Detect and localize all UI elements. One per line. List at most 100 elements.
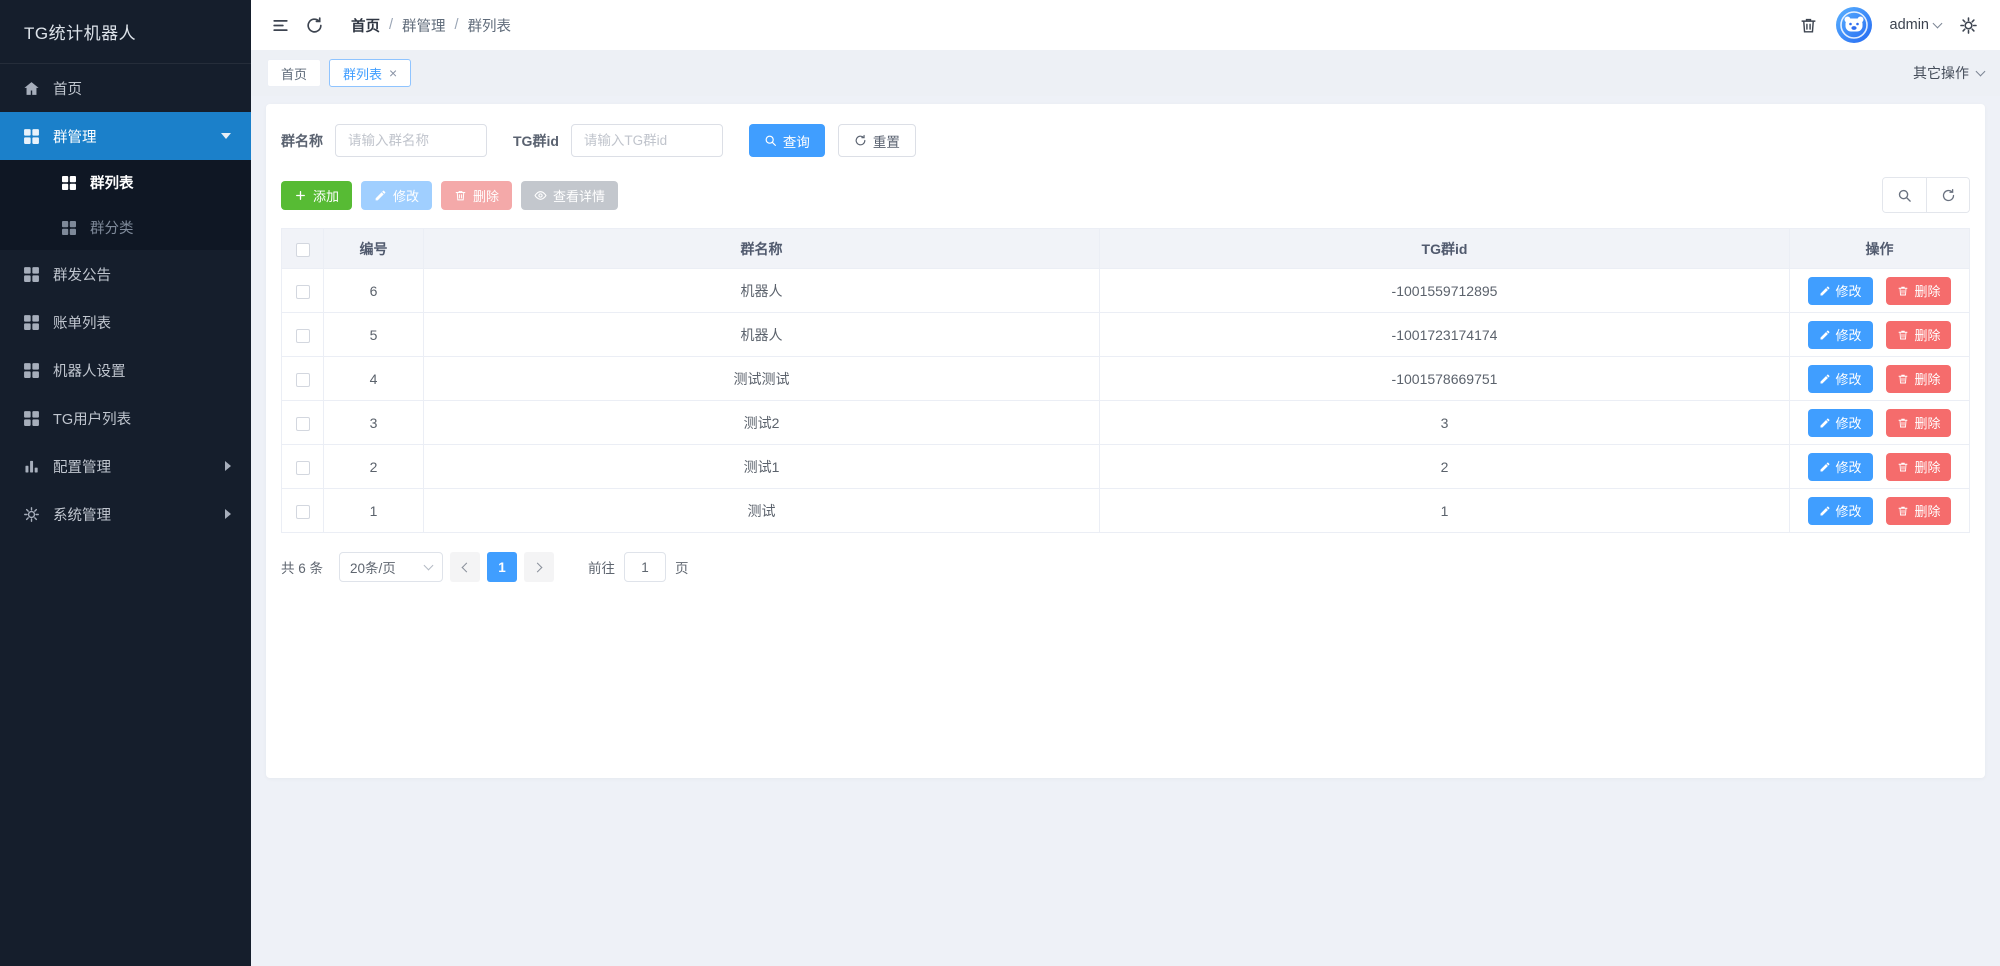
sidebar-item-home[interactable]: 首页 [0, 64, 251, 112]
row-checkbox[interactable] [295, 328, 310, 343]
breadcrumb-group-management[interactable]: 群管理 [402, 15, 446, 36]
pagination-total: 共 6 条 [281, 561, 324, 576]
row-checkbox[interactable] [295, 372, 310, 387]
cell-name: 机器人 [423, 268, 1100, 313]
next-page-button[interactable] [524, 552, 555, 582]
cell-name: 测试测试 [423, 356, 1100, 401]
table-row: 2 测试1 2 修改 删除 [281, 444, 1970, 489]
row-checkbox[interactable] [295, 416, 310, 431]
cell-name: 机器人 [423, 312, 1100, 357]
tab-home[interactable]: 首页 [267, 59, 322, 87]
hamburger-icon[interactable] [271, 16, 290, 35]
settings-gear-icon[interactable] [1959, 16, 1978, 35]
goto-label: 前往 [588, 561, 616, 576]
row-delete-button[interactable]: 删除 [1886, 364, 1952, 393]
table-refresh-button[interactable] [1926, 178, 1969, 212]
table-row: 3 测试2 3 修改 删除 [281, 400, 1970, 445]
other-actions-label: 其它操作 [1913, 65, 1969, 81]
add-button[interactable]: 添加 [281, 180, 353, 210]
sidebar-item-group-list[interactable]: 群列表 [0, 160, 251, 205]
sidebar-item-announcement[interactable]: 群发公告 [0, 250, 251, 298]
pen-icon [1819, 373, 1831, 385]
breadcrumb-group-list[interactable]: 群列表 [468, 15, 512, 36]
cell-tgid: -1001559712895 [1099, 268, 1790, 313]
row-edit-button[interactable]: 修改 [1807, 320, 1873, 349]
page-size-select[interactable]: 20条/页 [339, 552, 444, 582]
row-delete-button[interactable]: 删除 [1886, 320, 1952, 349]
refresh-icon[interactable] [305, 16, 324, 35]
grid-icon [61, 175, 77, 191]
cell-name: 测试1 [423, 444, 1100, 489]
sidebar-item-group-management[interactable]: 群管理 [0, 112, 251, 160]
table-toolbar: 添加 修改 删除 查看详情 [281, 177, 1970, 213]
row-edit-button[interactable]: 修改 [1807, 452, 1873, 481]
delete-button-disabled[interactable]: 删除 [441, 180, 513, 210]
view-detail-button-disabled[interactable]: 查看详情 [521, 180, 619, 210]
table-row: 4 测试测试 -1001578669751 修改 删除 [281, 356, 1970, 401]
search-icon [1897, 188, 1912, 203]
row-checkbox[interactable] [295, 284, 310, 299]
chevron-left-icon [461, 562, 472, 572]
col-header-id: 编号 [323, 228, 424, 269]
page-unit-label: 页 [675, 561, 689, 576]
goto-page-input[interactable] [624, 552, 667, 582]
pen-icon [1819, 417, 1831, 429]
breadcrumb-home[interactable]: 首页 [351, 15, 380, 36]
trash-icon [1897, 329, 1909, 341]
select-all-checkbox[interactable] [295, 242, 310, 257]
trash-icon [1897, 285, 1909, 297]
col-header-tgid: TG群id [1099, 228, 1790, 269]
row-checkbox[interactable] [295, 504, 310, 519]
col-header-name: 群名称 [423, 228, 1100, 269]
close-icon[interactable]: × [389, 66, 397, 80]
group-name-label: 群名称 [281, 132, 323, 149]
avatar[interactable] [1835, 7, 1872, 43]
col-header-actions: 操作 [1789, 228, 1970, 269]
trash-icon [1897, 461, 1909, 473]
caret-right-icon [225, 461, 231, 471]
grid-icon [23, 128, 40, 145]
edit-button-disabled[interactable]: 修改 [361, 180, 433, 210]
sidebar-item-config-management[interactable]: 配置管理 [0, 442, 251, 490]
sidebar-submenu: 群列表 群分类 [0, 160, 251, 250]
row-edit-button[interactable]: 修改 [1807, 364, 1873, 393]
row-delete-button[interactable]: 删除 [1886, 408, 1952, 437]
row-delete-button[interactable]: 删除 [1886, 496, 1952, 525]
tab-group-list[interactable]: 群列表 × [329, 59, 412, 87]
tg-group-id-input[interactable] [570, 124, 723, 157]
query-button[interactable]: 查询 [748, 124, 825, 157]
tab-label: 首页 [281, 66, 308, 82]
cell-tgid: -1001578669751 [1099, 356, 1790, 401]
sidebar-item-label: 机器人设置 [53, 363, 126, 380]
sidebar-item-robot-settings[interactable]: 机器人设置 [0, 346, 251, 394]
table-search-toggle-button[interactable] [1883, 178, 1926, 212]
trash-icon[interactable] [1799, 16, 1818, 35]
caret-right-icon [225, 509, 231, 519]
row-checkbox[interactable] [295, 460, 310, 475]
row-edit-button[interactable]: 修改 [1807, 408, 1873, 437]
sidebar-item-system-management[interactable]: 系统管理 [0, 490, 251, 538]
page-number-current[interactable]: 1 [487, 552, 518, 582]
sidebar-item-label: 群管理 [53, 129, 97, 146]
reset-button[interactable]: 重置 [837, 124, 916, 157]
user-menu[interactable]: admin [1889, 17, 1943, 33]
row-edit-button[interactable]: 修改 [1807, 276, 1873, 305]
navbar-right: admin [1799, 7, 1979, 43]
cell-id: 4 [323, 356, 424, 401]
row-delete-button[interactable]: 删除 [1886, 452, 1952, 481]
sidebar-item-tg-user-list[interactable]: TG用户列表 [0, 394, 251, 442]
username: admin [1889, 17, 1930, 33]
sidebar-item-group-category[interactable]: 群分类 [0, 205, 251, 250]
row-edit-button[interactable]: 修改 [1807, 496, 1873, 525]
group-name-input[interactable] [335, 124, 487, 157]
trash-icon [454, 189, 467, 202]
prev-page-button[interactable] [450, 552, 481, 582]
other-actions-dropdown[interactable]: 其它操作 [1913, 63, 1986, 83]
sidebar-item-bill-list[interactable]: 账单列表 [0, 298, 251, 346]
breadcrumb: 首页 / 群管理 / 群列表 [351, 15, 511, 36]
tab-bar: 首页 群列表 × 其它操作 [251, 50, 2000, 96]
row-delete-button[interactable]: 删除 [1886, 276, 1952, 305]
sidebar-subitem-label: 群列表 [90, 176, 134, 192]
cell-id: 1 [323, 488, 424, 533]
sidebar-menu: 首页 群管理 群列表 群分类 群发公告 账单列表 机器人设置 TG用户列表 配置… [0, 64, 251, 966]
